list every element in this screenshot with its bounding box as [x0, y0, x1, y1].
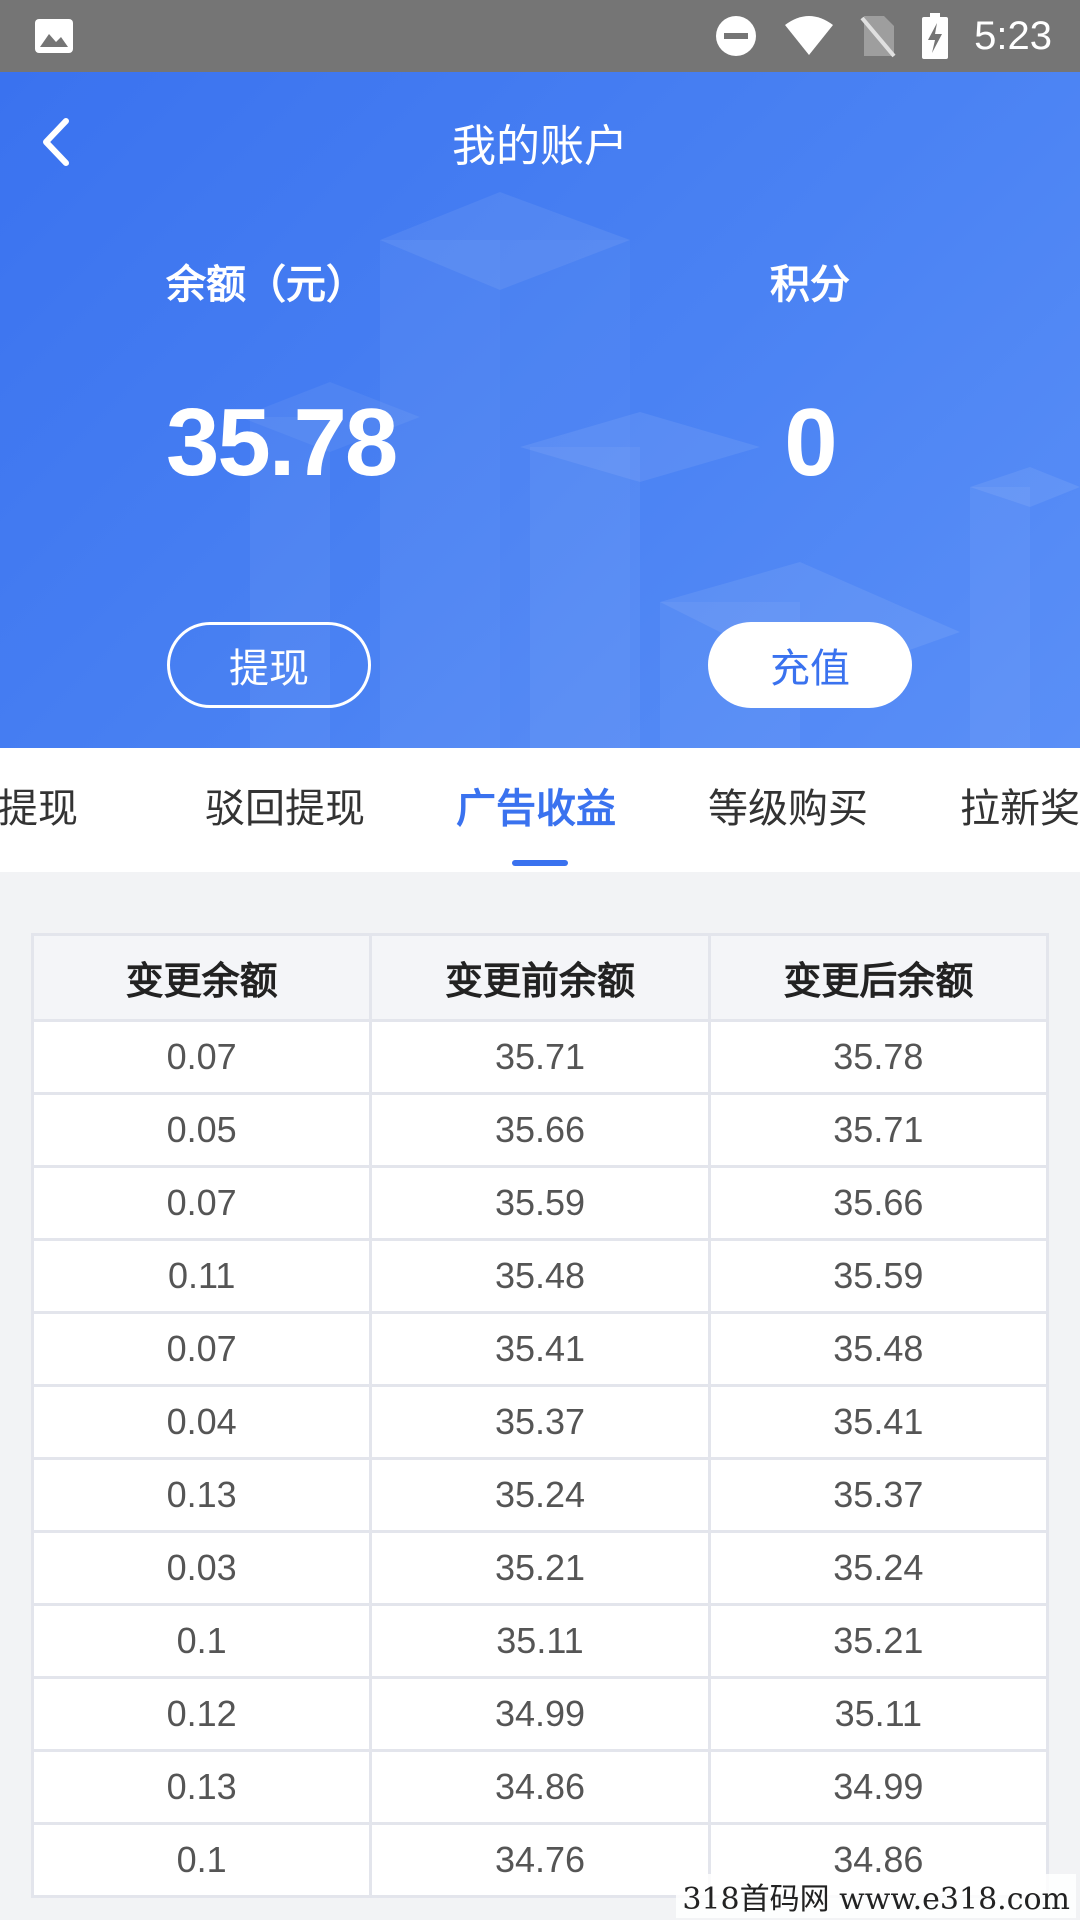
column-header-before: 变更前余额: [369, 933, 711, 1022]
cell-change: 0.1: [30, 1822, 373, 1898]
cell-change: 0.12: [30, 1676, 373, 1752]
table-row: 0.13 34.86 34.99: [30, 1749, 1050, 1825]
dnd-icon: [716, 16, 757, 56]
cell-before: 35.48: [369, 1238, 711, 1314]
cell-change: 0.11: [30, 1238, 373, 1314]
table-row: 0.04 35.37 35.41: [30, 1384, 1050, 1460]
balance-value: 35.78: [166, 389, 398, 496]
watermark: 318首码网 www.e318.com: [676, 1874, 1076, 1918]
table-row: 0.07 35.71 35.78: [30, 1019, 1050, 1095]
page-title: 我的账户: [452, 121, 628, 172]
cell-change: 0.04: [30, 1384, 373, 1460]
tab-rejected-withdraw[interactable]: 驳回提现: [205, 776, 365, 834]
cell-before: 35.41: [369, 1311, 711, 1387]
cell-after: 35.71: [707, 1092, 1050, 1168]
no-sim-icon: [860, 16, 896, 58]
wifi-icon: [785, 16, 834, 55]
tab-ad-income[interactable]: 广告收益: [456, 776, 616, 834]
cell-before: 35.71: [369, 1019, 711, 1095]
cell-before: 35.21: [369, 1530, 711, 1606]
cell-before: 35.59: [369, 1165, 711, 1241]
cell-after: 34.99: [707, 1749, 1050, 1825]
tab-active-indicator: [512, 860, 568, 866]
cell-before: 34.99: [369, 1676, 711, 1752]
cell-after: 35.59: [707, 1238, 1050, 1314]
status-time: 5:23: [974, 13, 1052, 58]
tab-level-purchase[interactable]: 等级购买: [708, 776, 868, 834]
table-row: 0.03 35.21 35.24: [30, 1530, 1050, 1606]
battery-charging-icon: [922, 13, 949, 59]
cell-before: 35.37: [369, 1384, 711, 1460]
cell-change: 0.1: [30, 1603, 373, 1679]
table-header-row: 变更余额 变更前余额 变更后余额: [30, 933, 1050, 1022]
cell-before: 35.24: [369, 1457, 711, 1533]
cell-before: 35.66: [369, 1092, 711, 1168]
account-header: 我的账户 余额（元） 35.78 积分 0 提现 充值: [0, 72, 1080, 748]
cell-change: 0.03: [30, 1530, 373, 1606]
record-tabs: 户提现 驳回提现 广告收益 等级购买 拉新奖: [0, 748, 1080, 872]
cell-change: 0.13: [30, 1457, 373, 1533]
cell-change: 0.05: [30, 1092, 373, 1168]
cell-before: 34.76: [369, 1822, 711, 1898]
cell-change: 0.07: [30, 1165, 373, 1241]
cell-after: 35.11: [707, 1676, 1050, 1752]
cell-before: 35.11: [369, 1603, 711, 1679]
cell-after: 35.37: [707, 1457, 1050, 1533]
table-row: 0.07 35.59 35.66: [30, 1165, 1050, 1241]
table-row: 0.1 35.11 35.21: [30, 1603, 1050, 1679]
points-label: 积分: [770, 262, 850, 308]
table-row: 0.11 35.48 35.59: [30, 1238, 1050, 1314]
cell-after: 35.78: [707, 1019, 1050, 1095]
withdraw-button[interactable]: 提现: [167, 622, 371, 708]
tab-referral-reward[interactable]: 拉新奖: [960, 776, 1080, 834]
balance-change-table: 变更余额 变更前余额 变更后余额 0.07 35.71 35.78 0.05 35.6…: [30, 933, 1050, 1898]
points-value: 0: [784, 389, 837, 496]
cell-after: 35.41: [707, 1384, 1050, 1460]
balance-block: 余额（元） 35.78: [110, 252, 470, 498]
table-row: 0.12 34.99 35.11: [30, 1676, 1050, 1752]
cell-before: 34.86: [369, 1749, 711, 1825]
cell-after: 35.48: [707, 1311, 1050, 1387]
table-row: 0.07 35.41 35.48: [30, 1311, 1050, 1387]
recharge-button[interactable]: 充值: [708, 622, 912, 708]
cell-change: 0.07: [30, 1019, 373, 1095]
cell-change: 0.07: [30, 1311, 373, 1387]
cell-after: 35.21: [707, 1603, 1050, 1679]
column-header-after: 变更后余额: [707, 933, 1050, 1022]
status-bar: 5:23: [0, 0, 1080, 72]
tab-withdraw-partial[interactable]: 户提现: [0, 776, 78, 834]
cell-after: 35.24: [707, 1530, 1050, 1606]
balance-label: 余额（元）: [166, 262, 366, 308]
points-block: 积分 0: [630, 252, 990, 498]
table-row: 0.05 35.66 35.71: [30, 1092, 1050, 1168]
cell-after: 35.66: [707, 1165, 1050, 1241]
cell-change: 0.13: [30, 1749, 373, 1825]
table-row: 0.13 35.24 35.37: [30, 1457, 1050, 1533]
column-header-change: 变更余额: [30, 933, 373, 1022]
image-icon: [35, 19, 73, 53]
